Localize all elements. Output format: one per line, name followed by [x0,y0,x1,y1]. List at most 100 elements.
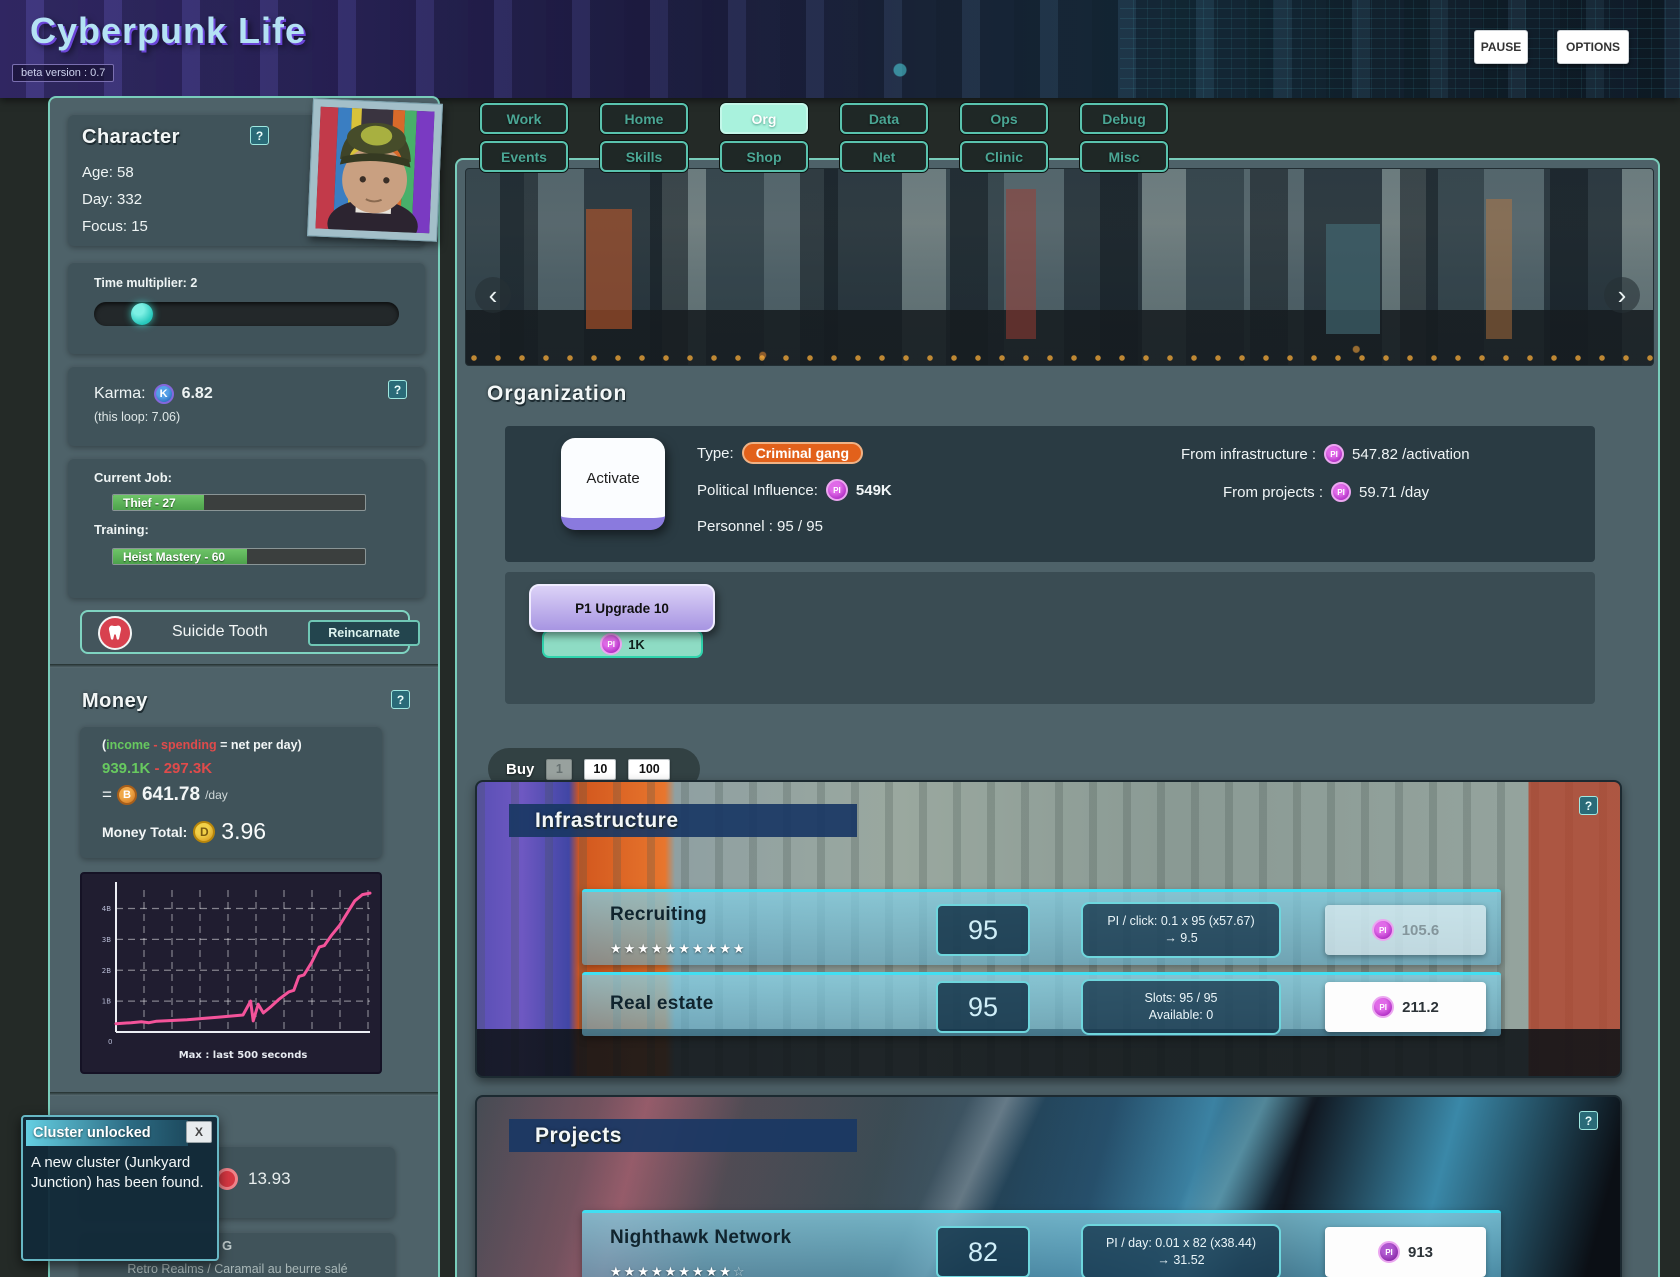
age-value: 58 [117,164,134,181]
karma-label: Karma: [94,385,146,402]
row-name: Real estate [610,993,714,1014]
cost-value: 211.2 [1402,998,1439,1016]
org-type-badge: Criminal gang [741,442,864,464]
tab-data[interactable]: Data [840,103,928,134]
money-panel: (income - spending = net per day) 939.1K… [80,726,382,858]
pause-button[interactable]: PAUSE [1474,30,1528,64]
buy-100-button[interactable]: 100 [628,758,671,780]
pi-icon: PI [1377,1241,1400,1263]
formula-spending: spending [161,738,217,752]
job-progress-label: Thief - 27 [123,495,176,510]
influence-label: Political Influence: [697,481,818,499]
current-job-label: Current Job: [94,470,172,485]
cost-value: 105.6 [1401,921,1440,939]
options-button[interactable]: OPTIONS [1557,30,1629,64]
infra-row-recruiting: Recruiting ★★★★★★★★★★ 95 PI / click: 0.1… [582,889,1501,965]
tab-events[interactable]: Events [480,141,568,172]
row-info-line1: PI / day: 0.01 x 82 (x38.44) [1105,1236,1257,1251]
notification-toast: Cluster unlocked X A new cluster (Junkya… [21,1115,219,1261]
row-info: PI / day: 0.01 x 82 (x38.44) → 31.52 [1081,1224,1281,1277]
buy-10-button[interactable]: 10 [584,758,617,780]
money-total-value: 3.96 [221,818,267,844]
tab-net[interactable]: Net [840,141,928,172]
karma-icon: K [153,384,174,404]
slider-knob[interactable] [130,303,153,325]
focus-label: Focus: [82,218,128,235]
job-progress-bar[interactable]: Thief - 27 [112,494,366,511]
formula-rest: = net per day) [216,738,302,752]
p1-upgrade-button[interactable]: P1 Upgrade 10 [529,584,715,632]
infra-income-value: 547.82 /activation [1352,445,1470,463]
infrastructure-card: Infrastructure ? Recruiting ★★★★★★★★★★ 9… [475,780,1622,1078]
sidebar: Character ? Age: 58 Day: 332 Focus: 15 T… [48,96,443,1277]
buy-1-button[interactable]: 1 [546,758,573,780]
pi-icon: PI [1372,996,1395,1018]
character-title: Character [82,126,180,148]
pi-symbol: PI [1378,925,1387,935]
banner-next-button[interactable]: › [1604,277,1640,313]
training-label: Training: [94,522,149,537]
reincarnate-button[interactable]: Reincarnate [308,620,420,646]
infrastructure-help-button[interactable]: ? [1579,796,1598,815]
total-line: Money Total: D 3.96 [102,818,266,845]
close-icon[interactable]: X [186,1121,212,1143]
banner-prev-button[interactable]: ‹ [475,277,511,313]
city-banner [465,168,1654,366]
sidebar-divider-2 [50,1092,438,1096]
lower-stat-value: 13.93 [248,1169,291,1188]
coin-icon: D [193,820,216,843]
training-progress-bar[interactable]: Heist Mastery - 60 [112,548,366,565]
tab-home[interactable]: Home [600,103,688,134]
formula-income: income [106,738,150,752]
day-label: Day: [82,191,113,208]
pi-symbol: PI [1337,487,1345,497]
tab-shop[interactable]: Shop [720,141,808,172]
infra-row-real-estate: Real estate 95 Slots: 95 / 95 Available:… [582,972,1501,1036]
row-name: Recruiting [610,904,707,925]
activate-button[interactable]: Activate [561,438,665,530]
nighthawk-buy-button[interactable]: PI 913 [1325,1227,1486,1277]
money-help-button[interactable]: ? [391,690,410,709]
pi-symbol: PI [1330,449,1338,459]
tab-org[interactable]: Org [720,103,808,134]
tab-misc[interactable]: Misc [1080,141,1168,172]
project-income-value: 59.71 /day [1359,483,1430,501]
version-badge: beta version : 0.7 [12,64,115,82]
banner-accent [1006,189,1036,339]
age-label: Age: [82,164,113,181]
recruiting-buy-button[interactable]: PI 105.6 [1325,905,1486,955]
influence-value: 549K [855,481,892,499]
pi-symbol: PI [1385,1247,1393,1257]
real-estate-buy-button[interactable]: PI 211.2 [1325,982,1486,1032]
projects-help-button[interactable]: ? [1579,1111,1598,1130]
tab-ops[interactable]: Ops [960,103,1048,134]
panel-heading-fragment: G [222,1238,233,1253]
p1-upgrade-cost-button[interactable]: PI 1K [542,630,703,658]
karma-loop-note: (this loop: 7.06) [94,410,181,424]
buy-label: Buy [506,760,535,778]
tab-debug[interactable]: Debug [1080,103,1168,134]
lower-stat-line: 13.93 [216,1168,291,1190]
pi-symbol: PI [833,485,841,495]
net-value: 641.78 [141,784,201,805]
karma-help-button[interactable]: ? [388,380,407,399]
project-income-row: From projects : PI 59.71 /day [1223,482,1429,502]
tab-clinic[interactable]: Clinic [960,141,1048,172]
row-name: Nighthawk Network [610,1227,792,1248]
svg-text:2B: 2B [102,967,111,975]
tab-skills[interactable]: Skills [600,141,688,172]
infrastructure-title: Infrastructure [509,804,857,837]
type-label: Type: [697,444,734,462]
money-values: 939.1K - 297.3K [102,760,212,777]
portrait-image [315,106,435,234]
row-info: Slots: 95 / 95 Available: 0 [1081,979,1281,1035]
tab-work[interactable]: Work [480,103,568,134]
money-chart-panel: 1B 2B 3B 4B 0 Max : last 500 seconds [80,872,382,1074]
svg-text:4B: 4B [102,905,111,913]
reincarnation-bar: Suicide Tooth Reincarnate [80,610,420,654]
upgrade-cost-value: 1K [628,636,645,652]
time-multiplier-slider[interactable] [94,302,399,326]
character-help-button[interactable]: ? [250,126,269,145]
money-total-label: Money Total: [102,823,188,840]
svg-text:3B: 3B [102,936,111,944]
